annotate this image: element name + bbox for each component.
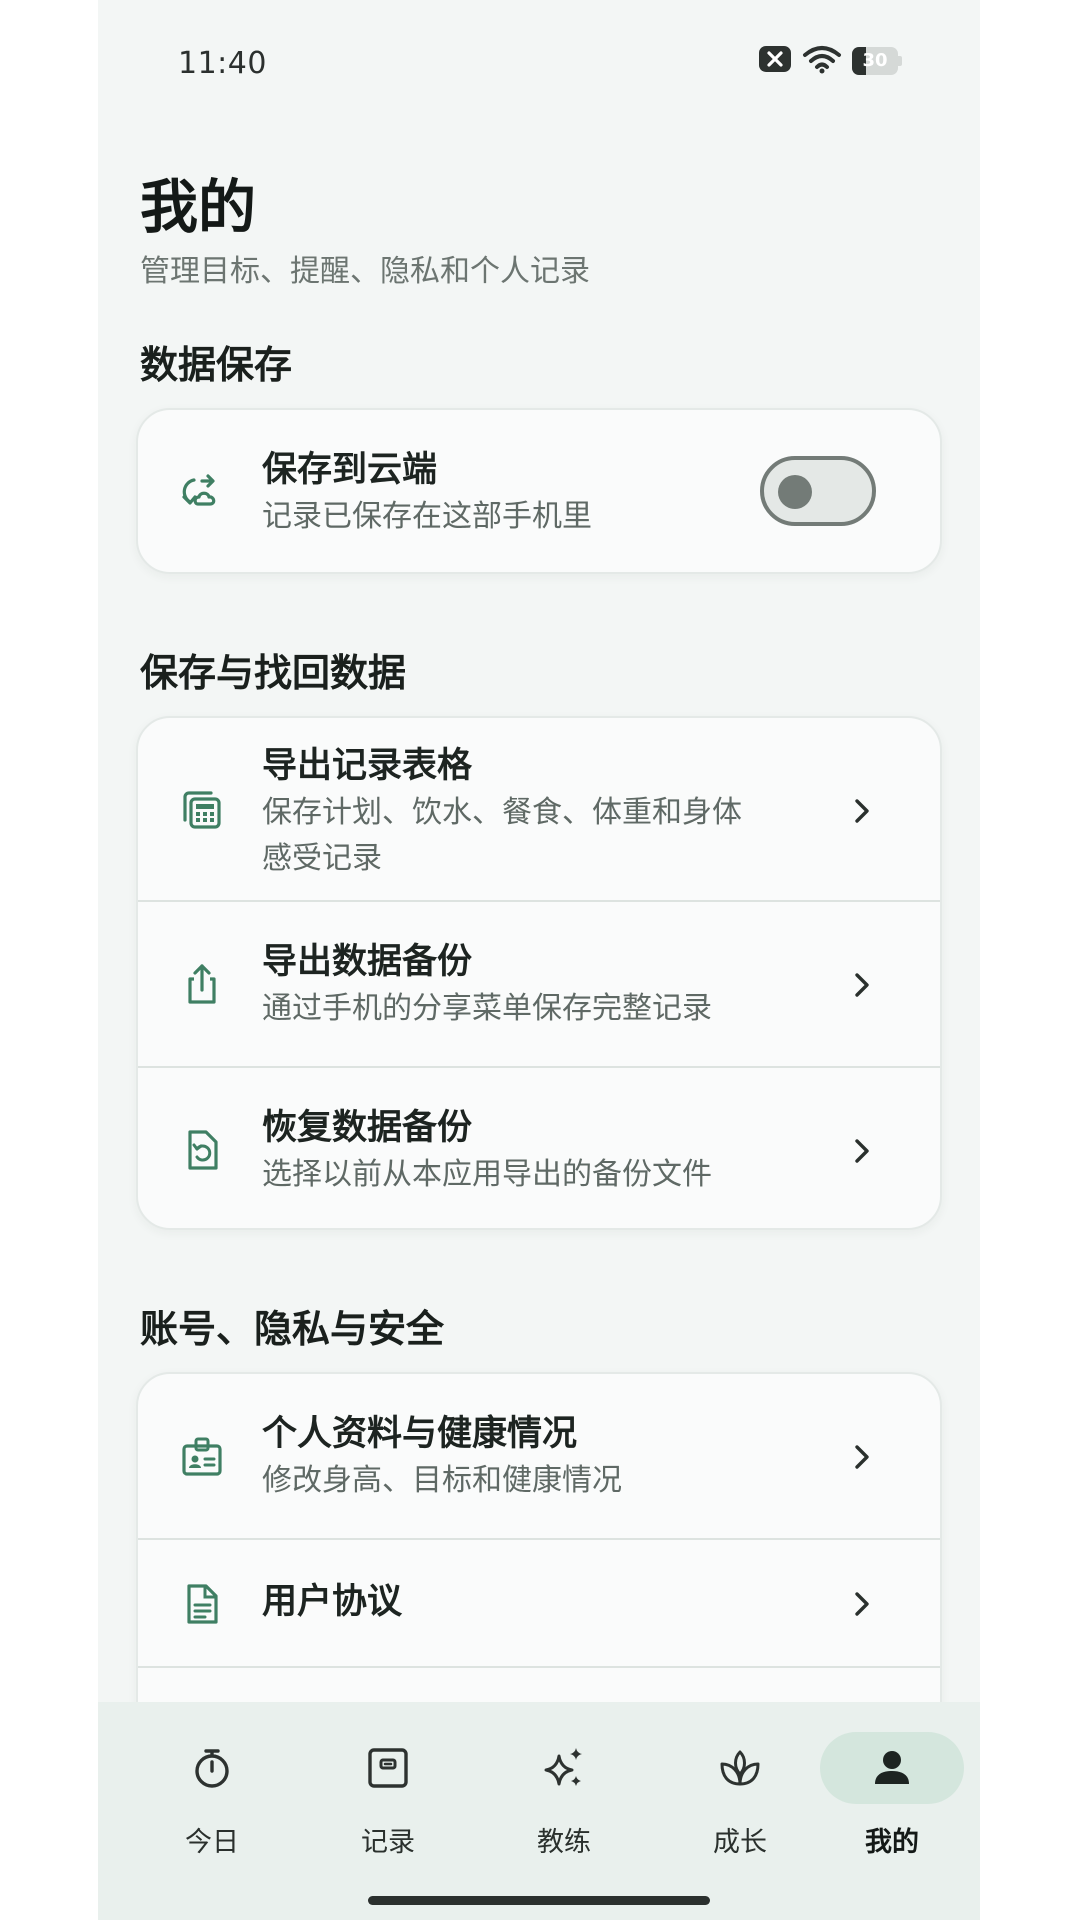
status-bar: 11:40 30 xyxy=(98,0,980,120)
nav-item-mine[interactable]: 我的 xyxy=(820,1732,964,1862)
export-spreadsheet-desc-line2: 感受记录 xyxy=(262,841,382,876)
nav-label-growth: 成长 xyxy=(713,1827,767,1858)
restore-backup-row[interactable]: 恢复数据备份 选择以前从本应用导出的备份文件 xyxy=(138,1068,940,1228)
status-clock: 11:40 xyxy=(178,46,267,81)
sparkle-icon xyxy=(492,1732,636,1804)
chevron-right-icon xyxy=(850,1442,874,1472)
chevron-right-icon xyxy=(850,970,874,1000)
bottom-nav: 今日 记录 教练 成长 我的 xyxy=(98,1702,980,1920)
chevron-right-icon xyxy=(850,1136,874,1166)
profile-health-desc: 修改身高、目标和健康情况 xyxy=(262,1463,622,1498)
cloud-save-card: 保存到云端 记录已保存在这部手机里 xyxy=(136,408,942,574)
nav-label-coach: 教练 xyxy=(537,1827,591,1858)
home-indicator[interactable] xyxy=(368,1896,710,1905)
export-backup-desc: 通过手机的分享菜单保存完整记录 xyxy=(262,991,712,1026)
share-icon xyxy=(180,962,224,1006)
nav-label-record: 记录 xyxy=(361,1827,415,1858)
cloud-sync-icon xyxy=(180,470,224,514)
nav-label-today: 今日 xyxy=(185,1827,239,1858)
profile-health-title: 个人资料与健康情况 xyxy=(262,1414,578,1454)
user-agreement-title: 用户协议 xyxy=(262,1582,403,1622)
nav-item-coach[interactable]: 教练 xyxy=(492,1732,636,1862)
user-agreement-row[interactable]: 用户协议 xyxy=(138,1540,940,1668)
export-backup-row[interactable]: 导出数据备份 通过手机的分享菜单保存完整记录 xyxy=(138,902,940,1068)
restore-backup-title: 恢复数据备份 xyxy=(262,1108,473,1148)
battery-level: 30 xyxy=(862,50,888,71)
export-spreadsheet-desc-line1: 保存计划、饮水、餐食、体重和身体 xyxy=(262,795,742,830)
id-badge-icon xyxy=(180,1434,224,1478)
export-spreadsheet-title: 导出记录表格 xyxy=(262,746,473,786)
spreadsheet-icon xyxy=(180,788,224,832)
cloud-save-desc: 记录已保存在这部手机里 xyxy=(262,499,592,534)
cloud-save-toggle[interactable] xyxy=(760,456,876,526)
nav-item-today[interactable]: 今日 xyxy=(140,1732,284,1862)
wifi-icon xyxy=(802,44,842,78)
cloud-save-row[interactable]: 保存到云端 记录已保存在这部手机里 xyxy=(138,410,940,572)
restore-backup-desc: 选择以前从本应用导出的备份文件 xyxy=(262,1157,712,1192)
export-backup-title: 导出数据备份 xyxy=(262,942,473,982)
record-icon xyxy=(316,1732,460,1804)
person-icon xyxy=(820,1732,964,1804)
cloud-save-title: 保存到云端 xyxy=(262,450,438,490)
phone-screen: 11:40 30 我的 管理目标、提醒、隐私和个人记录 数据保存 保存到云端 记… xyxy=(98,0,980,1920)
backup-card: 导出记录表格 保存计划、饮水、餐食、体重和身体 感受记录 导出数据备份 通过手机… xyxy=(136,716,942,1230)
section-title-backup: 保存与找回数据 xyxy=(140,651,407,695)
nav-label-mine: 我的 xyxy=(865,1827,919,1858)
notification-blocked-icon xyxy=(758,45,792,77)
battery-icon: 30 xyxy=(852,47,902,75)
export-spreadsheet-row[interactable]: 导出记录表格 保存计划、饮水、餐食、体重和身体 感受记录 xyxy=(138,718,940,902)
chevron-right-icon xyxy=(850,1589,874,1619)
sprout-icon xyxy=(668,1732,812,1804)
status-icons: 30 xyxy=(758,44,902,78)
nav-item-record[interactable]: 记录 xyxy=(316,1732,460,1862)
section-title-account: 账号、隐私与安全 xyxy=(140,1307,445,1351)
restore-file-icon xyxy=(180,1128,224,1172)
page-title: 我的 xyxy=(140,173,257,241)
chevron-right-icon xyxy=(850,796,874,826)
document-icon xyxy=(180,1582,224,1626)
toggle-knob xyxy=(778,475,812,509)
stopwatch-icon xyxy=(140,1732,284,1804)
profile-health-row[interactable]: 个人资料与健康情况 修改身高、目标和健康情况 xyxy=(138,1374,940,1540)
nav-item-growth[interactable]: 成长 xyxy=(668,1732,812,1862)
section-title-data-save: 数据保存 xyxy=(140,343,293,387)
page-subtitle: 管理目标、提醒、隐私和个人记录 xyxy=(140,254,590,289)
